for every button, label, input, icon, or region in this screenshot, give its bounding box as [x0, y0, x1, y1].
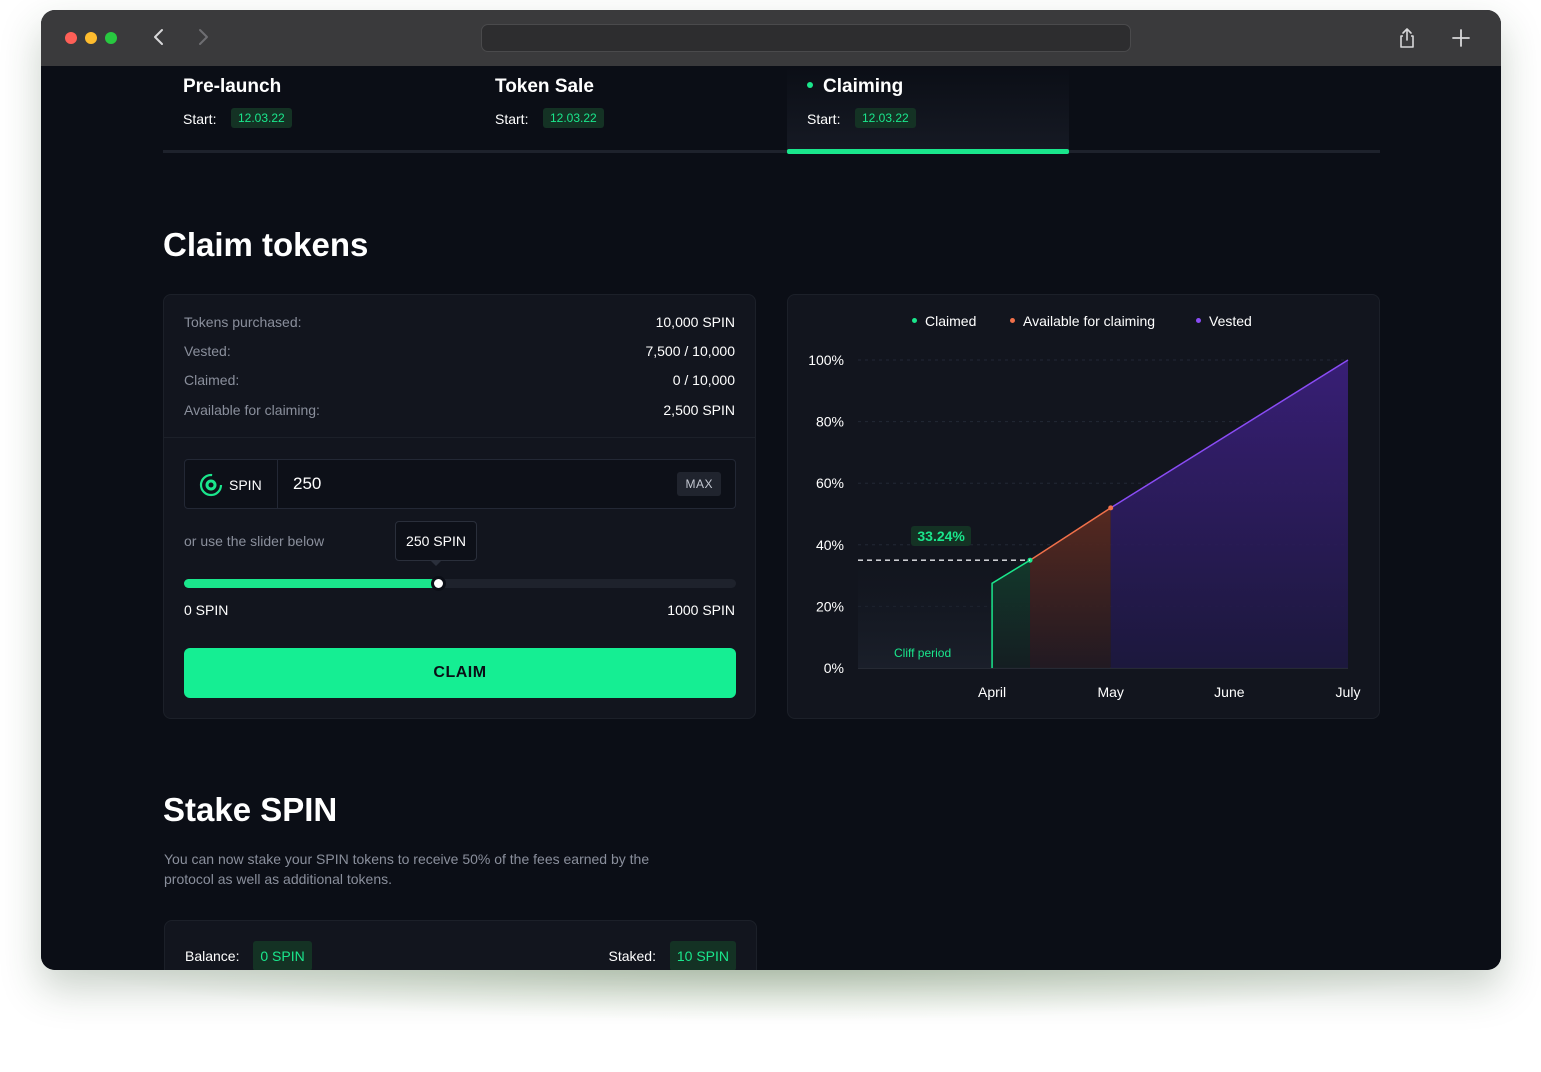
- slider-thumb[interactable]: [430, 576, 446, 591]
- slider-hint: or use the slider below: [184, 533, 325, 549]
- claim-card: Tokens purchased: 10,000 SPIN Vested: 7,…: [163, 294, 756, 719]
- y-tick-label: 60%: [816, 475, 844, 491]
- page-content: Pre-launch Start: 12.03.22 Token Sale St…: [41, 66, 1501, 970]
- browser-window: Pre-launch Start: 12.03.22 Token Sale St…: [41, 10, 1501, 970]
- y-tick-label: 0%: [824, 660, 844, 676]
- y-tick-label: 100%: [808, 352, 844, 368]
- joint-dot: [1027, 557, 1033, 563]
- tab-claiming[interactable]: Claiming Start: 12.03.22: [787, 66, 1069, 152]
- input-separator: [277, 460, 278, 508]
- tab-start-label: Start:: [495, 111, 529, 127]
- amount-input[interactable]: [293, 472, 653, 496]
- card-divider: [164, 437, 755, 438]
- tab-date-badge: 12.03.22: [543, 108, 604, 128]
- chevron-right-icon[interactable]: [193, 25, 213, 49]
- slider-min-label: 0 SPIN: [184, 602, 229, 618]
- slider-fill: [184, 579, 438, 588]
- tabs-active-indicator: [787, 149, 1069, 154]
- slider-max-label: 1000 SPIN: [667, 602, 735, 618]
- minimize-window-button[interactable]: [85, 32, 97, 44]
- series-area-claimed: [992, 560, 1031, 668]
- tab-date-badge: 12.03.22: [231, 108, 292, 128]
- tab-date-badge: 12.03.22: [855, 108, 916, 128]
- tab-title: Pre-launch: [183, 76, 282, 97]
- max-button[interactable]: MAX: [677, 472, 721, 496]
- tab-title: Claiming: [807, 76, 903, 98]
- y-tick-label: 40%: [816, 537, 844, 553]
- balance-label: Balance:: [185, 948, 240, 964]
- tabs-track: [163, 150, 1380, 153]
- joint-dot: [1108, 505, 1114, 511]
- available-label: Available for claiming:: [184, 402, 320, 418]
- available-value: 2,500 SPIN: [663, 402, 735, 418]
- active-dot-icon: [807, 81, 813, 88]
- series-area-vested: [1110, 360, 1348, 668]
- x-tick-label: May: [1097, 684, 1123, 700]
- tab-token-sale[interactable]: Token Sale Start: 12.03.22: [475, 66, 765, 152]
- staked-group: Staked: 10 SPIN: [608, 941, 736, 970]
- stake-heading: Stake SPIN: [163, 791, 338, 828]
- close-window-button[interactable]: [65, 32, 77, 44]
- slider-tooltip: 250 SPIN: [395, 521, 477, 561]
- address-bar[interactable]: [481, 24, 1131, 52]
- claim-heading: Claim tokens: [163, 226, 369, 263]
- claim-button[interactable]: CLAIM: [184, 648, 736, 698]
- stake-card: Balance: 0 SPIN Staked: 10 SPIN: [164, 920, 757, 970]
- claim-amount-field[interactable]: SPIN MAX: [184, 459, 736, 509]
- spin-token-icon: [199, 473, 223, 497]
- marker-value-label: 33.24%: [911, 526, 971, 547]
- staked-value-badge: 10 SPIN: [669, 941, 736, 970]
- series-area-available-for-claiming: [1030, 507, 1111, 668]
- x-tick-label: July: [1336, 684, 1361, 700]
- browser-titlebar: [41, 10, 1501, 66]
- balance-group: Balance: 0 SPIN: [185, 941, 312, 970]
- tokens-purchased-label: Tokens purchased:: [184, 314, 302, 330]
- vesting-chart: 100% 80% 60% 40% 20% 0% April May June July: [808, 352, 1361, 700]
- cliff-period-label: Cliff period: [894, 646, 952, 660]
- new-tab-plus-icon[interactable]: [1450, 27, 1472, 49]
- share-icon[interactable]: [1397, 27, 1417, 49]
- tokens-purchased-value: 10,000 SPIN: [655, 314, 735, 330]
- x-tick-label: April: [978, 684, 1006, 700]
- x-tick-label: June: [1214, 684, 1245, 700]
- y-tick-label: 20%: [816, 598, 844, 614]
- tab-title: Token Sale: [495, 76, 594, 97]
- vesting-chart-card: Claimed Available for claiming Vested 10…: [787, 294, 1380, 719]
- claim-slider[interactable]: [184, 576, 736, 591]
- chevron-left-icon[interactable]: [149, 25, 169, 49]
- claimed-value: 0 / 10,000: [672, 372, 735, 388]
- balance-value-badge: 0 SPIN: [253, 941, 312, 970]
- tab-pre-launch[interactable]: Pre-launch Start: 12.03.22: [163, 66, 453, 152]
- tab-title-text: Claiming: [823, 76, 904, 97]
- claimed-label: Claimed:: [184, 372, 240, 388]
- tooltip-arrow: [430, 560, 442, 566]
- tab-start-label: Start:: [183, 111, 217, 127]
- tab-start-label: Start:: [807, 111, 841, 127]
- y-tick-label: 80%: [816, 414, 844, 430]
- zoom-window-button[interactable]: [105, 32, 117, 44]
- stake-description: You can now stake your SPIN tokens to re…: [164, 851, 650, 887]
- token-label: SPIN: [229, 477, 262, 493]
- vested-value: 7,500 / 10,000: [645, 343, 735, 359]
- vested-label: Vested:: [184, 343, 231, 359]
- staked-label: Staked:: [608, 948, 656, 964]
